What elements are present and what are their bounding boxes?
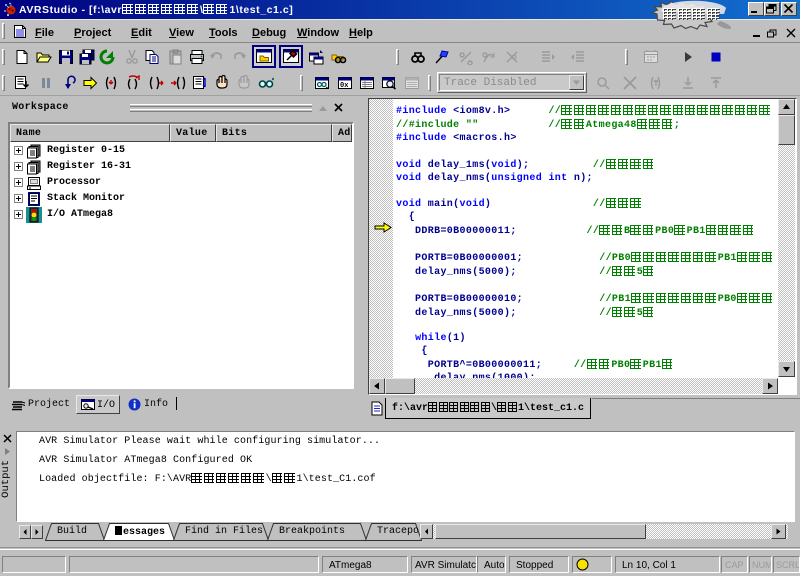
svg-text:0x: 0x <box>340 82 349 90</box>
